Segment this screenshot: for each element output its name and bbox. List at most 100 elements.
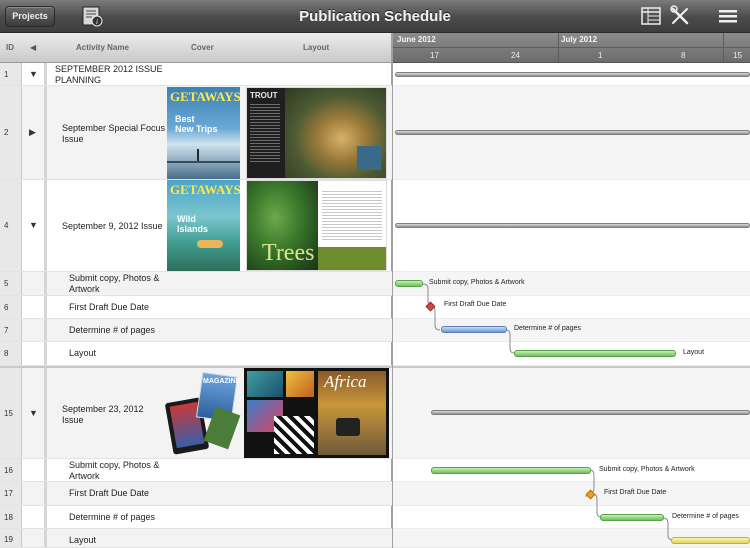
row-id: 19 <box>4 535 13 544</box>
table-row[interactable]: 19 Layout <box>0 529 392 548</box>
menu-icon[interactable] <box>716 5 740 27</box>
cover-thumbnail[interactable]: GETAWAYS Best New Trips <box>167 87 240 179</box>
activity-name[interactable]: September 9, 2012 Issue <box>62 221 166 232</box>
table-row[interactable]: 17 First Draft Due Date <box>0 482 392 506</box>
row-id: 8 <box>4 349 9 358</box>
cover-brand: GETAWAYS <box>170 182 240 197</box>
table-row[interactable]: 7 Determine # of pages <box>0 319 392 342</box>
task-bar-label: First Draft Due Date <box>444 301 507 308</box>
day-label: 15 <box>733 51 742 60</box>
task-bar[interactable] <box>514 350 676 357</box>
layout-thumbnail[interactable]: Africa <box>244 368 389 458</box>
header-divider <box>393 47 750 48</box>
activity-name[interactable]: Determine # of pages <box>69 325 155 336</box>
collapsed-triangle-icon[interactable]: ▶ <box>29 127 36 138</box>
day-label: 24 <box>511 51 520 60</box>
row-id: 5 <box>4 279 9 288</box>
activity-name[interactable]: First Draft Due Date <box>69 302 149 313</box>
task-bar-label: Determine # of pages <box>514 325 581 332</box>
task-bar[interactable] <box>600 514 664 521</box>
task-bar-label: Submit copy, Photos & Artwork <box>429 279 525 286</box>
layout-thumbnail[interactable]: TROUT <box>246 87 387 179</box>
task-bar[interactable] <box>395 280 423 287</box>
layout-headline: Africa <box>324 372 367 391</box>
row-handle <box>44 180 47 271</box>
table-row[interactable]: 18 Determine # of pages <box>0 506 392 529</box>
task-bar-label: First Draft Due Date <box>604 489 667 496</box>
gantt-chart: Submit copy, Photos & Artwork First Draf… <box>393 63 750 548</box>
task-bar[interactable] <box>441 326 507 333</box>
layout-brand: TROUT <box>250 91 278 100</box>
month-label: June 2012 <box>397 35 436 44</box>
activity-name[interactable]: SEPTEMBER 2012 ISSUE PLANNING <box>55 64 165 86</box>
task-bar-label: Submit copy, Photos & Artwork <box>599 466 695 473</box>
row-id: 15 <box>4 409 13 418</box>
cover-brand: GETAWAYS <box>170 89 240 104</box>
column-header-layout[interactable]: Layout <box>303 43 329 52</box>
column-header-id[interactable]: ID <box>6 43 14 52</box>
row-handle <box>44 529 47 547</box>
expand-triangle-icon[interactable]: ▼ <box>29 408 38 418</box>
row-handle <box>44 482 47 505</box>
row-handle <box>44 319 47 341</box>
document-info-icon[interactable]: i <box>80 5 104 27</box>
task-bar[interactable] <box>431 467 591 474</box>
row-id: 7 <box>4 326 9 335</box>
row-id: 16 <box>4 466 13 475</box>
row-id: 1 <box>4 70 9 79</box>
month-divider <box>558 33 559 63</box>
layout-headline: Trees <box>262 240 315 266</box>
row-id: 17 <box>4 489 13 498</box>
cover-headline: Wild <box>177 214 196 224</box>
expand-triangle-icon[interactable]: ▼ <box>29 220 38 230</box>
task-bar-label: Layout <box>683 349 705 356</box>
activity-name[interactable]: Determine # of pages <box>69 512 155 523</box>
activity-name[interactable]: First Draft Due Date <box>69 488 149 499</box>
activity-name[interactable]: September Special Focus Issue <box>62 123 166 145</box>
task-bar[interactable] <box>671 537 750 544</box>
tools-icon[interactable] <box>668 5 692 27</box>
collapse-all-icon[interactable]: ◀ <box>30 43 36 52</box>
row-handle <box>44 506 47 528</box>
projects-button[interactable]: Projects <box>5 6 55 27</box>
table-row[interactable]: 5 Submit copy, Photos & Artwork <box>0 272 392 296</box>
activity-name[interactable]: Layout <box>69 535 96 546</box>
layout-thumbnail[interactable]: Trees <box>246 180 387 271</box>
table-row[interactable]: 4 ▼ September 9, 2012 Issue GETAWAYS Wil… <box>0 180 392 272</box>
column-header-cover[interactable]: Cover <box>191 43 214 52</box>
day-label: 17 <box>430 51 439 60</box>
table-row[interactable]: 6 First Draft Due Date <box>0 296 392 319</box>
column-header-activity[interactable]: Activity Name <box>76 43 129 52</box>
camera-photo <box>336 418 360 436</box>
zebra-photo <box>274 416 314 454</box>
table-header: ID ◀ Activity Name Cover Layout <box>0 33 392 63</box>
month-label: July 2012 <box>561 35 598 44</box>
table-row[interactable]: 15 ▼ September 23, 2012 Issue MAGAZINE A… <box>0 366 392 459</box>
table-row[interactable]: 1 ▼ SEPTEMBER 2012 ISSUE PLANNING <box>0 63 392 86</box>
table-row[interactable]: 2 ▶ September Special Focus Issue GETAWA… <box>0 86 392 180</box>
table-view-icon[interactable] <box>639 5 663 27</box>
timeline-header: June 2012 July 2012 17 24 1 8 15 <box>393 33 750 63</box>
expand-triangle-icon[interactable]: ▼ <box>29 69 38 79</box>
toolbar: Projects i Publication Schedule <box>0 0 750 33</box>
activity-name[interactable]: Submit copy, Photos & Artwork <box>69 273 169 295</box>
table-row[interactable]: 8 Layout <box>0 342 392 366</box>
day-label: 1 <box>598 51 603 60</box>
cover-thumbnail[interactable]: GETAWAYS Wild Islands <box>167 180 240 271</box>
row-handle <box>44 459 47 481</box>
cover-headline: Best <box>175 114 195 124</box>
cover-brand: MAGAZINE <box>203 378 241 385</box>
task-bar-label: Determine # of pages <box>672 513 739 520</box>
table-row[interactable]: 16 Submit copy, Photos & Artwork <box>0 459 392 482</box>
row-handle <box>44 86 47 179</box>
activity-name[interactable]: September 23, 2012 Issue <box>62 404 162 426</box>
row-id: 18 <box>4 513 13 522</box>
cover-headline: Islands <box>177 224 209 234</box>
row-handle <box>44 368 47 458</box>
activity-name[interactable]: Submit copy, Photos & Artwork <box>69 460 169 482</box>
row-handle <box>44 342 47 365</box>
activity-name[interactable]: Layout <box>69 348 96 359</box>
swimmer-figure <box>197 240 223 248</box>
row-id: 6 <box>4 303 9 312</box>
cover-thumbnail[interactable]: MAGAZINE <box>165 370 241 458</box>
